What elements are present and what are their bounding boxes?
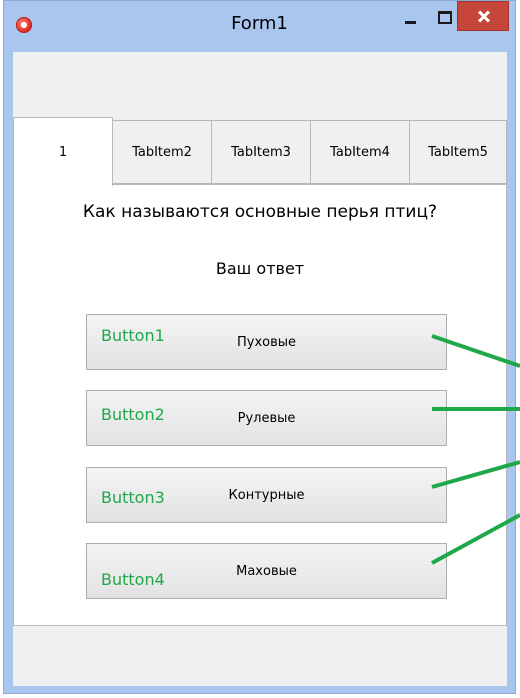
question-text: Как называются основные перья птиц? bbox=[82, 202, 438, 222]
maximize-button[interactable] bbox=[430, 1, 460, 35]
button-text: Рулевые bbox=[237, 410, 296, 426]
app-window: Form1 1 TabItem2 TabItem3 TabItem4 TabIt… bbox=[3, 0, 516, 694]
tab-item3[interactable]: TabItem3 bbox=[211, 120, 311, 184]
button-text: Маховые bbox=[236, 563, 297, 579]
button-text: Пуховые bbox=[236, 334, 297, 350]
form-client-area: 1 TabItem2 TabItem3 TabItem4 TabItem5 Ка… bbox=[13, 52, 507, 686]
answer-button-2[interactable]: Button2 Рулевые bbox=[86, 390, 447, 446]
tab-item2[interactable]: TabItem2 bbox=[112, 120, 212, 184]
button-text: Контурные bbox=[228, 487, 305, 503]
title-bar[interactable]: Form1 bbox=[4, 1, 515, 51]
answer-button-4[interactable]: Button4 Маховые bbox=[86, 543, 447, 599]
tab-strip: 1 TabItem2 TabItem3 TabItem4 TabItem5 bbox=[13, 117, 507, 186]
answer-button-1[interactable]: Button1 Пуховые bbox=[86, 314, 447, 370]
tab-1[interactable]: 1 bbox=[13, 117, 113, 186]
tab-item4[interactable]: TabItem4 bbox=[310, 120, 410, 184]
answer-button-3[interactable]: Button3 Контурные bbox=[86, 467, 447, 523]
close-button[interactable] bbox=[457, 1, 509, 31]
answer-label: Ваш ответ bbox=[215, 259, 305, 278]
tab-item5[interactable]: TabItem5 bbox=[409, 120, 507, 184]
minimize-button[interactable] bbox=[388, 1, 428, 35]
